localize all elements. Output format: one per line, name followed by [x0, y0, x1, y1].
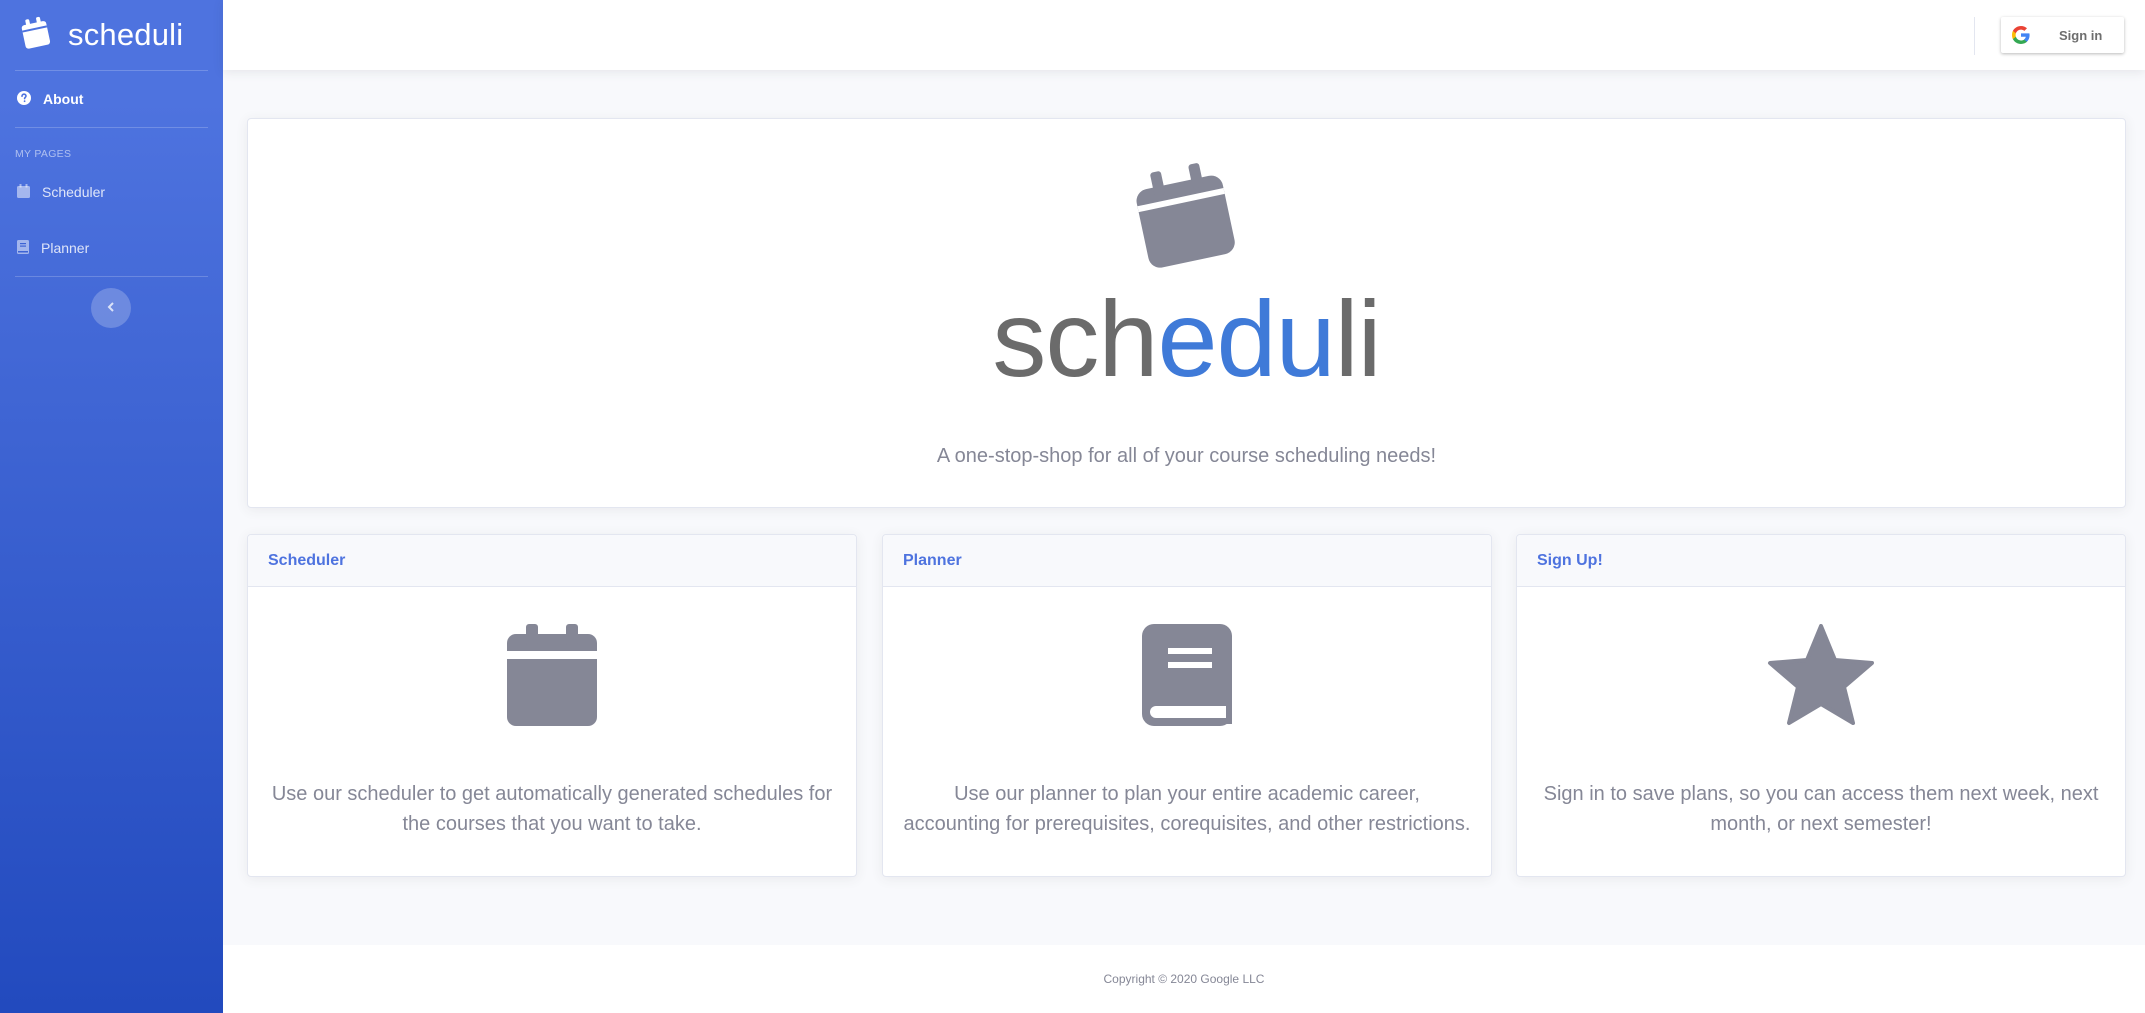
copyright-text: Copyright © 2020 Google LLC: [1103, 972, 1265, 986]
chevron-left-icon: [107, 299, 115, 317]
brand-name: scheduli: [68, 17, 184, 52]
sidebar-item-label: Planner: [41, 240, 90, 256]
sidebar: scheduli About MY PAGES Scheduler Planne…: [0, 0, 223, 1013]
logo-part: edu: [1157, 278, 1335, 399]
question-circle-icon: [17, 90, 31, 108]
footer: Copyright © 2020 Google LLC: [223, 945, 2145, 1013]
sidebar-heading: MY PAGES: [15, 148, 72, 160]
feature-title[interactable]: Sign Up!: [1517, 535, 2125, 587]
feature-title[interactable]: Scheduler: [248, 535, 856, 587]
feature-card-scheduler: Scheduler Use our scheduler to get autom…: [247, 534, 857, 877]
logo-part: sch: [992, 278, 1158, 399]
sidebar-item-label: About: [43, 91, 84, 107]
sidebar-divider: [15, 276, 208, 277]
star-icon: [1517, 624, 2125, 726]
feature-description: Sign in to save plans, so you can access…: [1543, 783, 2099, 835]
google-signin-button[interactable]: Sign in: [2001, 17, 2124, 53]
sidebar-toggle-button[interactable]: [91, 288, 131, 328]
feature-card-planner: Planner Use our planner to plan your ent…: [882, 534, 1492, 877]
calendar-icon: [248, 624, 856, 726]
sidebar-item-planner[interactable]: Planner: [0, 220, 223, 276]
sidebar-divider: [15, 127, 208, 128]
hero-logo: scheduli: [248, 285, 2125, 393]
sidebar-item-scheduler[interactable]: Scheduler: [0, 164, 223, 220]
google-icon: [2001, 26, 2041, 44]
sidebar-item-label: Scheduler: [42, 184, 106, 200]
signin-label: Sign in: [2059, 27, 2103, 43]
book-icon: [883, 624, 1491, 726]
brand[interactable]: scheduli: [0, 0, 223, 70]
topbar-divider: [1974, 17, 1975, 55]
calendar-icon: [17, 183, 30, 201]
calendar-icon: [1128, 154, 1238, 279]
feature-title[interactable]: Planner: [883, 535, 1491, 587]
hero-tagline: A one-stop-shop for all of your course s…: [936, 445, 1437, 467]
feature-card-signup: Sign Up! Sign in to save plans, so you c…: [1516, 534, 2126, 877]
calendar-icon: [18, 15, 52, 56]
book-icon: [17, 239, 29, 257]
feature-description: Use our planner to plan your entire acad…: [903, 783, 1471, 835]
feature-description: Use our scheduler to get automatically g…: [271, 783, 833, 835]
logo-part: li: [1334, 278, 1382, 399]
sidebar-item-about[interactable]: About: [0, 71, 223, 127]
hero-card: scheduli A one-stop-shop for all of your…: [247, 118, 2126, 508]
topbar: Sign in: [223, 0, 2145, 70]
